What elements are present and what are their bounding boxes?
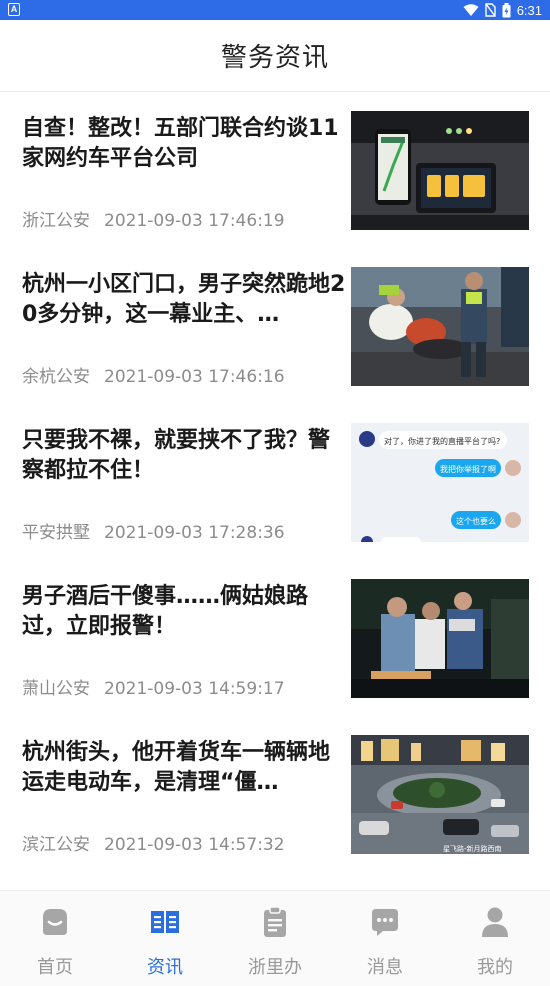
news-source: 平安拱墅: [22, 523, 90, 543]
status-bar: A 6:31: [0, 0, 550, 20]
wifi-icon: [463, 3, 479, 16]
news-meta: 萧山公安 2021-09-03 14:59:17: [22, 674, 285, 699]
tab-label: 消息: [367, 957, 403, 978]
news-item[interactable]: 杭州一小区门口，男子突然跪地20多分钟，这一幕业主、… 余杭公安 2021-09-…: [0, 248, 550, 404]
app-notification-icon: A: [8, 3, 20, 16]
app-header: 警务资讯: [0, 20, 550, 92]
tab-label: 资讯: [147, 957, 183, 978]
status-time: 6:31: [516, 2, 542, 18]
news-source: 浙江公安: [22, 211, 90, 231]
chat-screenshot-image: 对了，你进了我的直播平台了吗? 我把你举报了啊 这个也要么: [351, 423, 529, 542]
chat-message-3: 这个也要么: [456, 516, 496, 526]
tab-label: 浙里办: [248, 957, 302, 978]
news-time: 2021-09-03 17:46:19: [104, 211, 285, 231]
battery-icon: [502, 2, 511, 17]
news-meta: 滨江公安 2021-09-03 14:57:32: [22, 830, 285, 855]
roundabout-traffic-camera-photo: 星飞路-新月路西南: [351, 735, 529, 854]
news-thumbnail: [351, 579, 529, 698]
night-police-scene-photo: [351, 579, 529, 698]
news-time: 2021-09-03 14:59:17: [104, 679, 285, 699]
news-title: 男子酒后干傻事……俩姑娘路过，立即报警！: [22, 584, 309, 639]
status-icons: 6:31: [463, 0, 542, 20]
news-meta: 平安拱墅 2021-09-03 17:28:36: [22, 518, 285, 543]
news-title: 只要我不裸，就要挟不了我？警察都拉不住！: [22, 428, 331, 483]
profile-icon: [482, 907, 508, 937]
tab-messages[interactable]: 消息: [330, 891, 440, 986]
chat-message-1: 对了，你进了我的直播平台了吗?: [384, 436, 500, 446]
bottom-tab-bar: 首页 资讯 浙里办 消息 我的: [0, 890, 550, 986]
clipboard-icon: [264, 906, 286, 937]
news-item[interactable]: 自查！整改！五部门联合约谈11家网约车平台公司 浙江公安 2021-09-03 1…: [0, 92, 550, 248]
news-item[interactable]: 杭州街头，他开着货车一辆辆地运走电动车，是清理“僵… 滨江公安 2021-09-0…: [0, 716, 550, 872]
news-thumbnail: [351, 267, 529, 386]
tab-label: 我的: [477, 957, 513, 978]
tab-zheliban[interactable]: 浙里办: [220, 891, 330, 986]
news-source: 余杭公安: [22, 367, 90, 387]
news-source: 萧山公安: [22, 679, 90, 699]
news-item[interactable]: 只要我不裸，就要挟不了我？警察都拉不住！ 平安拱墅 2021-09-03 17:2…: [0, 404, 550, 560]
news-time: 2021-09-03 17:46:16: [104, 367, 285, 387]
police-helping-man-photo: [351, 267, 529, 386]
home-icon: [43, 909, 67, 935]
news-item[interactable]: 男子酒后干傻事……俩姑娘路过，立即报警！ 萧山公安 2021-09-03 14:5…: [0, 560, 550, 716]
news-meta: 余杭公安 2021-09-03 17:46:16: [22, 362, 285, 387]
message-icon: [372, 909, 398, 936]
news-title: 杭州街头，他开着货车一辆辆地运走电动车，是清理“僵…: [22, 740, 331, 795]
tab-home[interactable]: 首页: [0, 891, 110, 986]
news-title: 自查！整改！五部门联合约谈11家网约车平台公司: [22, 116, 339, 171]
news-title: 杭州一小区门口，男子突然跪地20多分钟，这一幕业主、…: [22, 272, 346, 327]
tab-news[interactable]: 资讯: [110, 891, 220, 986]
tab-profile[interactable]: 我的: [440, 891, 550, 986]
news-source: 滨江公安: [22, 835, 90, 855]
tab-label: 首页: [37, 957, 73, 978]
news-icon: [151, 911, 179, 933]
news-time: 2021-09-03 17:28:36: [104, 523, 285, 543]
news-thumbnail: [351, 111, 529, 230]
chat-message-2: 我把你举报了啊: [440, 464, 496, 474]
car-dashboard-navigation-photo: [351, 111, 529, 230]
news-thumbnail: 对了，你进了我的直播平台了吗? 我把你举报了啊 这个也要么: [351, 423, 529, 542]
news-meta: 浙江公安 2021-09-03 17:46:19: [22, 206, 285, 231]
camera-caption: 星飞路-新月路西南: [443, 844, 502, 853]
news-time: 2021-09-03 14:57:32: [104, 835, 285, 855]
page-title: 警务资讯: [220, 43, 329, 73]
news-thumbnail: 星飞路-新月路西南: [351, 735, 529, 854]
no-sim-icon: [484, 3, 496, 17]
